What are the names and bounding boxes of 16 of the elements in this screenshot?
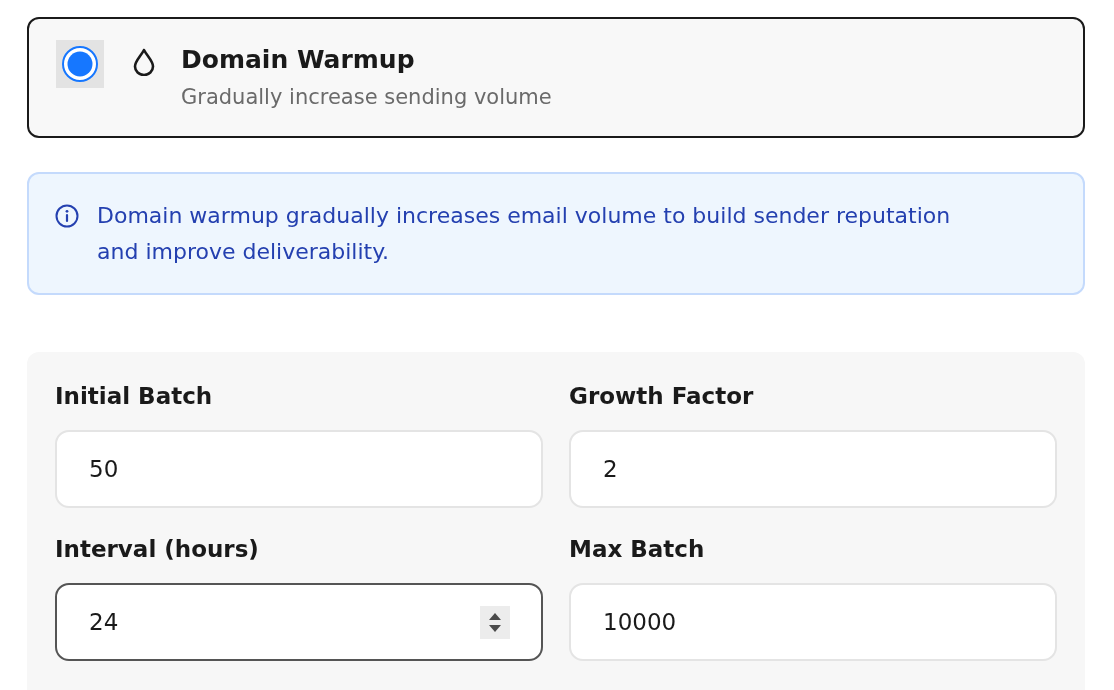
number-field[interactable]: 50 bbox=[55, 430, 543, 508]
field-label: Growth Factor bbox=[569, 382, 754, 411]
number-field[interactable]: 2 bbox=[569, 430, 1057, 508]
number-field[interactable]: 10000 bbox=[569, 583, 1057, 661]
radio-button[interactable] bbox=[56, 40, 104, 88]
field-label: Interval (hours) bbox=[55, 535, 259, 564]
drop-icon bbox=[133, 48, 155, 76]
info-icon bbox=[55, 204, 79, 228]
number-field[interactable]: 24 bbox=[55, 583, 543, 661]
field-label: Initial Batch bbox=[55, 382, 213, 411]
info-text: Domain warmup gradually increases email volume to build sender reputation and improve deliverability. bbox=[97, 202, 952, 266]
spinner-icon[interactable] bbox=[480, 605, 510, 639]
option-card[interactable]: Domain Warmup Gradually increase sending volume bbox=[27, 17, 1085, 138]
option-title: Domain Warmup bbox=[181, 44, 416, 76]
option-description: Gradually increase sending volume bbox=[181, 84, 552, 111]
field-label: Max Batch bbox=[569, 535, 705, 564]
